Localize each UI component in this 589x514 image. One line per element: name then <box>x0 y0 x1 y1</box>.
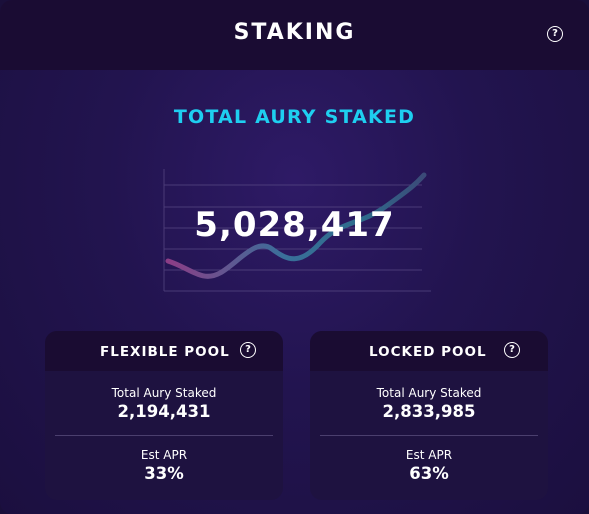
est-apr-value: 33% <box>144 464 184 483</box>
card-title: FLEXIBLE POOL <box>100 344 230 360</box>
total-staked-label: TOTAL AURY STAKED <box>173 106 416 128</box>
divider <box>55 435 273 436</box>
flexible-pool-card: FLEXIBLE POOL ? Total Aury Staked 2,194,… <box>45 331 283 500</box>
total-staked-label: Total Aury Staked <box>111 386 217 400</box>
help-icon[interactable]: ? <box>240 342 256 358</box>
total-staked-value: 2,833,985 <box>382 402 476 421</box>
card-header: LOCKED POOL ? <box>310 331 548 371</box>
staking-header: STAKING ? <box>0 0 589 70</box>
page-title: STAKING <box>233 20 356 45</box>
est-apr-label: Est APR <box>405 448 453 462</box>
help-icon[interactable]: ? <box>547 26 563 42</box>
staking-panel: STAKING ? TOTAL AURY STAKED 5,028,417 FL… <box>0 0 589 514</box>
est-apr-label: Est APR <box>140 448 188 462</box>
card-title: LOCKED POOL <box>369 344 487 360</box>
total-staked-label: Total Aury Staked <box>376 386 482 400</box>
divider <box>320 435 538 436</box>
card-header: FLEXIBLE POOL ? <box>45 331 283 371</box>
total-staked-value: 2,194,431 <box>117 402 211 421</box>
est-apr-value: 63% <box>409 464 449 483</box>
total-staked-value: 5,028,417 <box>194 205 395 245</box>
help-icon[interactable]: ? <box>504 342 520 358</box>
locked-pool-card: LOCKED POOL ? Total Aury Staked 2,833,98… <box>310 331 548 500</box>
